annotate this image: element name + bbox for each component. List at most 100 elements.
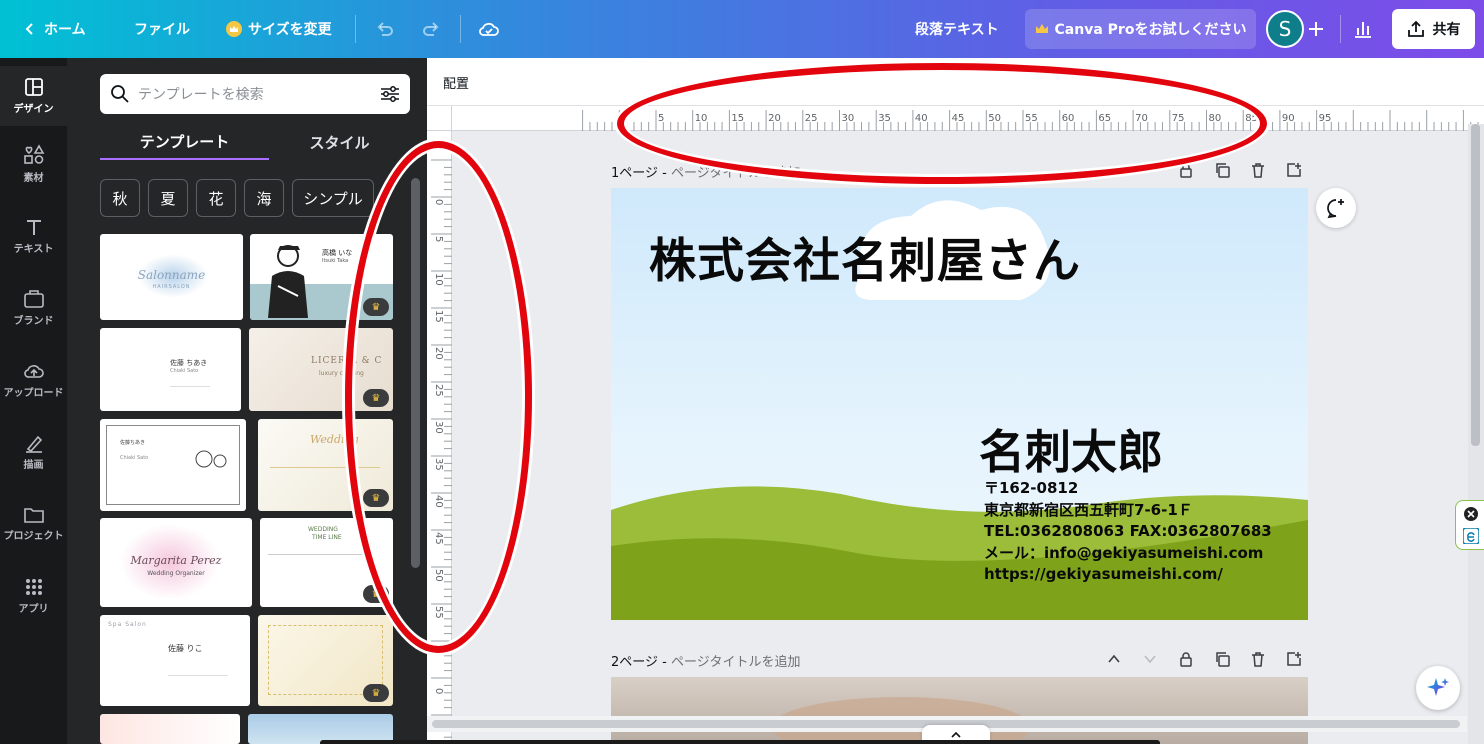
- chip-simple[interactable]: シンプル: [292, 179, 374, 217]
- magic-assistant-button[interactable]: [1416, 666, 1460, 710]
- tab-templates[interactable]: テンプレート: [100, 124, 269, 160]
- rail-item-label: テキスト: [13, 244, 54, 255]
- undo-button[interactable]: [374, 0, 396, 58]
- template-text: 佐藤 りこ: [168, 644, 203, 653]
- insights-button[interactable]: [1352, 0, 1374, 58]
- ruler-tick-label: 90: [1282, 113, 1295, 124]
- redo-button[interactable]: [420, 0, 442, 58]
- try-pro-label: Canva Proをお試しください: [1054, 22, 1247, 38]
- duplicate-page-button[interactable]: [1210, 647, 1234, 671]
- scrollbar-thumb[interactable]: [1471, 124, 1480, 446]
- add-page-icon: [1286, 651, 1302, 667]
- teapot-illustration: [190, 445, 230, 469]
- business-card-page[interactable]: 株式会社名刺屋さん 名刺太郎 〒162-0812 東京都新宿区西五軒町7-6-1…: [611, 188, 1308, 620]
- rail-item-projects[interactable]: プロジェクト: [0, 494, 67, 554]
- add-comment-button[interactable]: [1316, 188, 1356, 228]
- template-text: Itsuki Taka: [322, 258, 349, 264]
- template-lines: [168, 675, 228, 695]
- lock-icon: [1178, 651, 1194, 667]
- search-placeholder: テンプレートを検索: [138, 87, 264, 103]
- try-pro-button[interactable]: Canva Proをお試しください: [1025, 9, 1256, 49]
- pro-crown-badge: ♛: [363, 684, 389, 702]
- resize-button[interactable]: サイズを変更: [226, 0, 332, 58]
- page-title-input[interactable]: ページタイトルを追加: [671, 655, 800, 670]
- undo-icon: [374, 18, 396, 40]
- filter-sliders-icon[interactable]: [380, 85, 400, 103]
- rail-item-upload[interactable]: アップロード: [0, 350, 67, 410]
- trash-icon: [1250, 651, 1266, 667]
- template-thumbnail[interactable]: Salonname HAIRSALON: [100, 234, 243, 320]
- template-text: Chiaki Sato: [170, 368, 199, 374]
- edge-e-icon: [1463, 528, 1479, 544]
- chip-flower[interactable]: 花: [196, 179, 236, 217]
- delete-page-button[interactable]: [1246, 158, 1270, 182]
- home-button[interactable]: ホーム: [22, 0, 86, 58]
- extension-widget[interactable]: [1455, 500, 1484, 550]
- person-illustration: [258, 240, 313, 318]
- text-type-text: 段落テキスト: [915, 22, 999, 38]
- chip-label: シンプル: [303, 189, 363, 208]
- card-tel-fax: TEL:0362808063 FAX:0362807683: [984, 522, 1272, 540]
- add-member-button[interactable]: [1307, 0, 1325, 58]
- divider: [355, 15, 356, 43]
- card-company-name[interactable]: 株式会社名刺屋さん: [649, 222, 1081, 291]
- delete-page-button[interactable]: [1246, 647, 1270, 671]
- file-menu-button[interactable]: ファイル: [134, 0, 190, 58]
- move-page-down-button[interactable]: [1138, 647, 1162, 671]
- comment-plus-icon: [1325, 197, 1347, 219]
- rail-item-elements[interactable]: 素材: [0, 134, 67, 194]
- rail-item-apps[interactable]: アプリ: [0, 566, 67, 626]
- chip-summer[interactable]: 夏: [148, 179, 188, 217]
- template-thumbnail[interactable]: 佐藤ちあき Chiaki Sato: [100, 419, 246, 511]
- template-thumbnail[interactable]: [100, 714, 240, 744]
- chevron-down-icon: [1142, 651, 1158, 667]
- card-person-name[interactable]: 名刺太郎: [979, 416, 1163, 482]
- cloud-save-button[interactable]: [477, 0, 501, 58]
- template-text: TIME LINE: [312, 534, 342, 541]
- add-page-icon: [1286, 162, 1302, 178]
- rail-item-label: アップロード: [3, 388, 64, 399]
- template-thumbnail[interactable]: ♛: [258, 615, 393, 706]
- rail-item-design[interactable]: デザイン: [0, 66, 67, 126]
- template-text: Margarita Perez: [130, 554, 222, 567]
- annotation-ring-vertical-ruler: [345, 141, 532, 653]
- add-page-button[interactable]: [1282, 647, 1306, 671]
- template-text: Spa Salon: [108, 621, 147, 628]
- template-search-input[interactable]: テンプレートを検索: [100, 74, 410, 114]
- rail-item-text[interactable]: テキスト: [0, 206, 67, 266]
- tab-label: テンプレート: [139, 132, 230, 151]
- left-rail: デザイン 素材 テキスト ブランド アップロード 描画 プロジェクト アプリ: [0, 58, 67, 744]
- crown-icon: [226, 21, 242, 37]
- tab-styles[interactable]: スタイル: [269, 124, 410, 160]
- add-page-button[interactable]: [1282, 158, 1306, 182]
- chip-label: 海: [256, 189, 272, 208]
- share-button[interactable]: 共有: [1392, 9, 1475, 49]
- duplicate-page-button[interactable]: [1210, 158, 1234, 182]
- avatar[interactable]: S: [1266, 10, 1304, 48]
- lock-page-button[interactable]: [1174, 647, 1198, 671]
- divider: [460, 15, 461, 43]
- chip-autumn[interactable]: 秋: [100, 179, 140, 217]
- rail-item-brand[interactable]: ブランド: [0, 278, 67, 338]
- arrange-button[interactable]: 配置: [443, 73, 469, 92]
- avatar-initial: S: [1278, 17, 1292, 41]
- plus-icon: [1307, 20, 1325, 38]
- chevron-up-icon: [1106, 651, 1122, 667]
- card-address: 東京都新宿区西五軒町7-6-1Ｆ: [984, 500, 1193, 519]
- template-text: Chiaki Sato: [120, 455, 149, 461]
- move-page-up-button[interactable]: [1102, 647, 1126, 671]
- rail-item-label: ブランド: [13, 316, 54, 327]
- annotation-ring-horizontal-ruler: [617, 63, 1267, 184]
- template-text: Salonname: [137, 268, 206, 282]
- rail-item-label: 描画: [23, 460, 44, 471]
- template-thumbnail[interactable]: 佐藤 ちあき Chiaki Sato: [100, 328, 241, 411]
- template-thumbnail[interactable]: Spa Salon 佐藤 りこ: [100, 615, 250, 706]
- draw-icon: [24, 433, 44, 453]
- card-contact-block[interactable]: 〒162-0812 東京都新宿区西五軒町7-6-1Ｆ TEL:036280806…: [984, 478, 1272, 586]
- close-icon[interactable]: [1464, 507, 1478, 521]
- template-lines: [268, 554, 368, 555]
- chevron-left-icon: [22, 21, 38, 37]
- chip-sea[interactable]: 海: [244, 179, 284, 217]
- rail-item-draw[interactable]: 描画: [0, 422, 67, 482]
- template-thumbnail[interactable]: Margarita Perez Wedding Organizer: [100, 518, 252, 607]
